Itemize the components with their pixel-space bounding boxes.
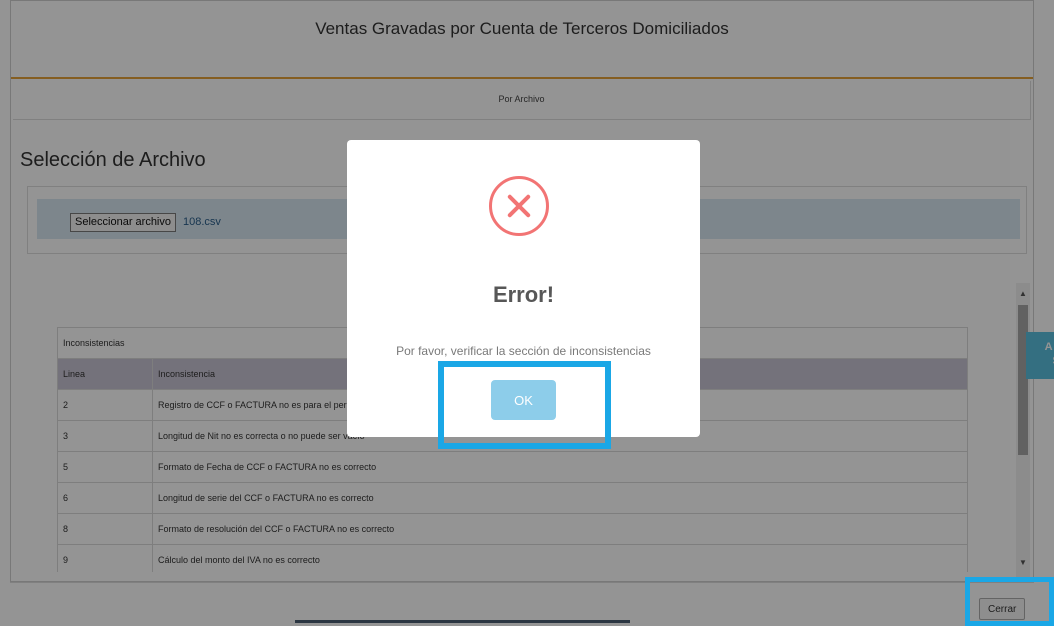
dialog-title: Error! <box>492 282 555 307</box>
highlight-ok-button <box>438 361 611 449</box>
error-x-icon <box>489 176 549 236</box>
highlight-close-button <box>965 577 1054 626</box>
dialog-message: Por favor, verificar la sección de incon… <box>396 344 651 358</box>
